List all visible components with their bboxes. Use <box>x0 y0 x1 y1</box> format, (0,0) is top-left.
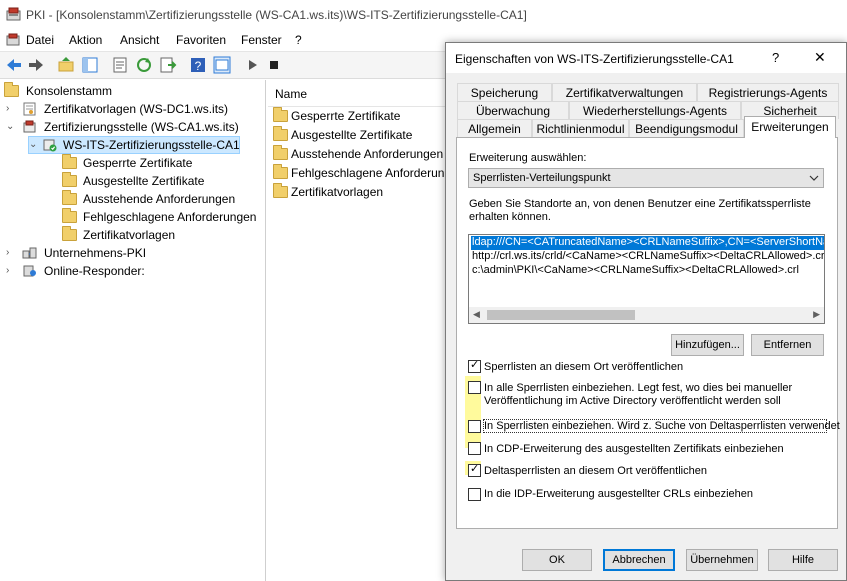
app-menu-icon <box>6 33 20 46</box>
option-publish-delta-checkbox[interactable] <box>468 462 481 477</box>
chevron-right-icon[interactable]: › <box>6 100 16 118</box>
horizontal-scrollbar[interactable]: ◀ ▶ <box>469 307 824 323</box>
ca-running-icon <box>43 139 57 152</box>
window-title-bar: PKI - [Konsolenstamm\Zertifizierungsstel… <box>0 0 847 30</box>
option-publish-crl-checkbox[interactable] <box>468 358 481 373</box>
menu-favoriten[interactable]: Favoriten <box>176 33 226 47</box>
folder-icon <box>273 107 288 122</box>
tab-registrierungs-agents[interactable]: Registrierungs-Agents <box>697 83 839 101</box>
folder-icon <box>4 82 19 97</box>
help-button[interactable]: Hilfe <box>768 549 838 571</box>
list-item-selected[interactable]: ldap:///CN=<CATruncatedName><CRLNameSuff… <box>471 236 824 250</box>
chevron-right-icon[interactable]: › <box>6 262 16 280</box>
chevron-down-icon <box>809 175 819 181</box>
dialog-title-bar: Eigenschaften von WS-ITS-Zertifizierungs… <box>446 43 846 73</box>
folder-icon <box>273 145 288 160</box>
menu-help[interactable]: ? <box>295 33 302 47</box>
cancel-button[interactable]: Abbrechen <box>603 549 675 571</box>
folder-icon <box>62 190 77 205</box>
chevron-right-icon[interactable]: › <box>6 244 16 262</box>
option-include-idp-checkbox[interactable] <box>468 488 481 501</box>
menu-ansicht[interactable]: Ansicht <box>120 33 159 47</box>
tab-wiederherstellungs-agents[interactable]: Wiederherstellungs-Agents <box>569 101 741 119</box>
add-location-button[interactable]: Hinzufügen... <box>671 334 744 356</box>
option-include-cdp-label: In CDP-Erweiterung des ausgestellten Zer… <box>484 443 784 455</box>
folder-icon <box>62 154 77 169</box>
tab-beendigungsmodul[interactable]: Beendigungsmodul <box>629 119 744 137</box>
help-icon[interactable]: ? <box>188 55 208 75</box>
apply-button[interactable]: Übernehmen <box>686 549 758 571</box>
option-include-cdp-checkbox[interactable] <box>468 442 481 455</box>
window-title: PKI - [Konsolenstamm\Zertifizierungsstel… <box>26 8 527 22</box>
certificate-templates-icon <box>23 102 36 116</box>
menu-aktion[interactable]: Aktion <box>69 33 102 47</box>
folder-icon <box>62 172 77 187</box>
option-publish-crl-label: Sperrlisten an diesem Ort veröffentliche… <box>484 361 684 373</box>
extensions-tab-panel: Erweiterung auswählen: Sperrlisten-Verte… <box>456 137 840 529</box>
pki-app-icon <box>6 7 21 21</box>
chevron-down-icon[interactable]: ⌄ <box>29 136 39 154</box>
scroll-right-icon[interactable]: ▶ <box>813 309 820 320</box>
option-include-in-crls-label: In Sperrlisten einbeziehen. Wird z. Such… <box>484 420 840 432</box>
select-extension-label: Erweiterung auswählen: <box>469 152 587 164</box>
back-arrow-icon[interactable] <box>4 55 24 75</box>
dialog-close-button[interactable]: ✕ <box>814 49 826 66</box>
folder-icon <box>62 226 77 241</box>
option-publish-delta-label: Deltasperrlisten an diesem Ort veröffent… <box>484 465 707 477</box>
forward-arrow-icon[interactable] <box>26 55 46 75</box>
scrollbar-thumb[interactable] <box>487 310 635 320</box>
option-include-all-crls-label-2: Veröffentlichung im Active Directory ver… <box>484 395 781 407</box>
folder-icon <box>62 208 77 223</box>
refresh-icon[interactable] <box>134 55 154 75</box>
locations-description-line1: Geben Sie Standorte an, von denen Benutz… <box>469 198 811 210</box>
dialog-title: Eigenschaften von WS-ITS-Zertifizierungs… <box>455 52 734 66</box>
menu-datei[interactable]: Datei <box>26 33 54 47</box>
tab-erweiterungen[interactable]: Erweiterungen <box>744 116 836 138</box>
result-pane: Name Gesperrte Zertifikate Ausgestellte … <box>268 80 464 581</box>
tab-allgemein[interactable]: Allgemein <box>457 119 532 137</box>
online-responder-icon <box>23 265 36 277</box>
show-hide-tree-icon[interactable] <box>80 55 100 75</box>
tab-speicherung[interactable]: Speicherung <box>457 83 552 101</box>
list-item[interactable]: c:\admin\PKI\<CaName><CRLNameSuffix><Del… <box>472 264 799 278</box>
folder-icon <box>273 126 288 141</box>
tab-ueberwachung[interactable]: Überwachung <box>457 101 569 119</box>
menu-fenster[interactable]: Fenster <box>241 33 282 47</box>
properties-icon[interactable] <box>110 55 130 75</box>
column-header-name[interactable]: Name <box>268 80 446 107</box>
tab-richtlinienmodul[interactable]: Richtlinienmodul <box>532 119 629 137</box>
extension-select[interactable]: Sperrlisten-Verteilungspunkt <box>468 168 824 188</box>
option-include-all-crls-checkbox[interactable] <box>468 381 481 394</box>
export-list-icon[interactable] <box>158 55 178 75</box>
dialog-help-button[interactable]: ? <box>772 50 779 65</box>
locations-description-line2: erhalten können. <box>469 211 551 223</box>
tree-item-ca-name[interactable]: ⌄ WS-ITS-Zertifizierungsstelle-CA1 <box>28 136 240 154</box>
scroll-left-icon[interactable]: ◀ <box>473 309 480 320</box>
ok-button[interactable]: OK <box>522 549 592 571</box>
remove-location-button[interactable]: Entfernen <box>751 334 824 356</box>
properties-dialog: Eigenschaften von WS-ITS-Zertifizierungs… <box>445 42 847 581</box>
option-include-all-crls-label: In alle Sperrlisten einbeziehen. Legt fe… <box>484 382 793 394</box>
start-service-icon[interactable] <box>242 55 262 75</box>
stop-service-icon[interactable] <box>264 55 284 75</box>
folder-icon <box>273 183 288 198</box>
option-include-in-crls-checkbox[interactable] <box>468 420 481 433</box>
up-folder-icon[interactable] <box>56 55 76 75</box>
enterprise-pki-icon <box>22 247 37 259</box>
chevron-down-icon[interactable]: ⌄ <box>6 118 16 136</box>
console-tree: Konsolenstamm › Zertifikatvorlagen (WS-D… <box>0 80 266 581</box>
certification-authority-icon <box>23 120 36 133</box>
svg-text:?: ? <box>195 59 202 73</box>
option-include-idp-label: In die IDP-Erweiterung ausgestellter CRL… <box>484 488 754 500</box>
list-item[interactable]: http://crl.ws.its/crld/<CaName><CRLNameS… <box>472 250 824 264</box>
action-pane-icon[interactable] <box>212 55 232 75</box>
locations-list[interactable]: ldap:///CN=<CATruncatedName><CRLNameSuff… <box>468 234 825 324</box>
tab-zertifikatverwaltungen[interactable]: Zertifikatverwaltungen <box>552 83 697 101</box>
folder-icon <box>273 164 288 179</box>
